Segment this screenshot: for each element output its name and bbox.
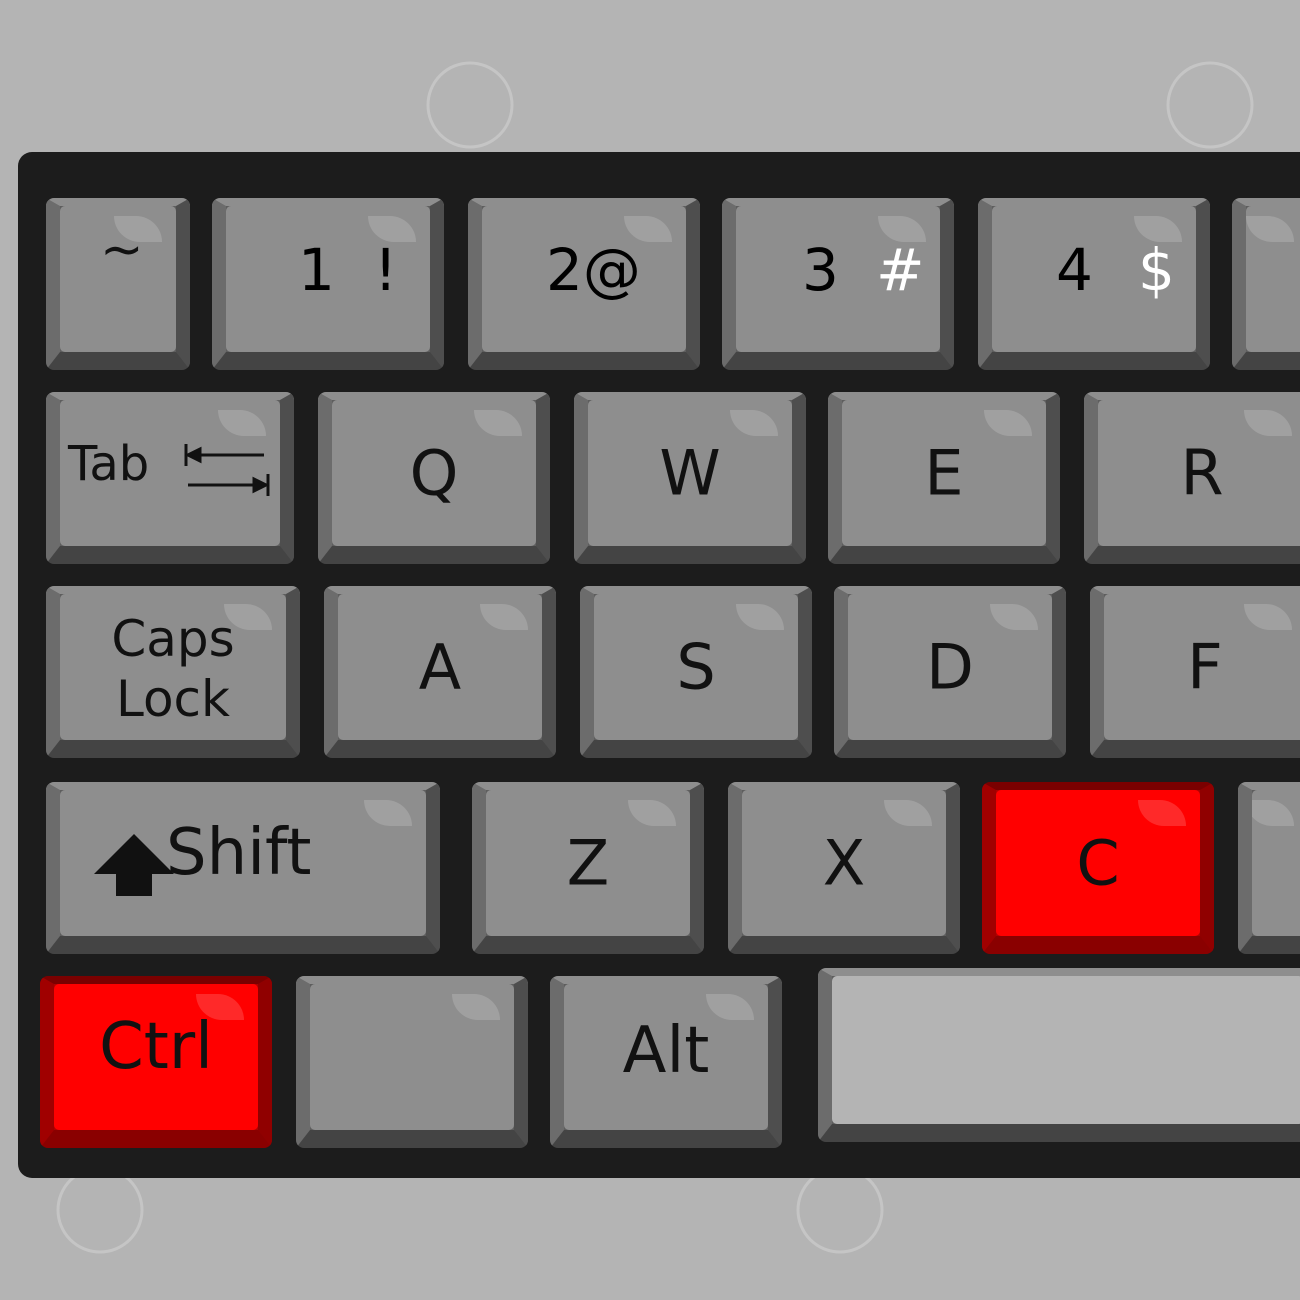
key-z[interactable]: Z	[472, 782, 704, 954]
key-s-label: S	[676, 630, 716, 704]
key-x-label: X	[822, 826, 866, 900]
key-tilde-label: ~	[100, 220, 144, 280]
key-5-partial[interactable]	[1232, 198, 1300, 370]
key-q[interactable]: Q	[318, 392, 550, 564]
key-a[interactable]: A	[324, 586, 556, 758]
key-shift[interactable]: Shift	[46, 782, 440, 954]
key-4[interactable]: 4 $	[978, 198, 1210, 370]
key-caps-label-1: Caps	[111, 610, 235, 668]
key-q-label: Q	[409, 436, 459, 510]
key-w[interactable]: W	[574, 392, 806, 564]
key-win[interactable]	[296, 976, 528, 1148]
key-r[interactable]: R	[1084, 392, 1300, 564]
key-caps-label-2: Lock	[115, 670, 230, 728]
key-a-label: A	[418, 630, 462, 704]
key-caps-lock[interactable]: Caps Lock	[46, 586, 300, 758]
key-r-label: R	[1180, 436, 1224, 510]
key-z-label: Z	[566, 826, 610, 900]
key-3[interactable]: 3 #	[722, 198, 954, 370]
key-s[interactable]: S	[580, 586, 812, 758]
key-alt[interactable]: Alt	[550, 976, 782, 1148]
key-v-partial[interactable]	[1238, 782, 1300, 954]
key-2-label: 2@	[546, 236, 641, 304]
key-d[interactable]: D	[834, 586, 1066, 758]
key-4-shift-label: $	[1138, 236, 1175, 304]
key-c-label: C	[1076, 826, 1120, 900]
key-f-label: F	[1187, 630, 1223, 704]
key-e[interactable]: E	[828, 392, 1060, 564]
key-x[interactable]: X	[728, 782, 960, 954]
key-f[interactable]: F	[1090, 586, 1300, 758]
key-space[interactable]	[818, 968, 1300, 1142]
key-ctrl[interactable]: Ctrl	[40, 976, 272, 1148]
key-1-label: 1	[298, 236, 335, 304]
key-tab[interactable]: Tab	[46, 392, 294, 564]
keyboard: ~ 1 ! 2@ 3 # 4 $ Tab Q W E R Caps Lock A…	[18, 152, 1300, 1178]
key-1-shift-label: !	[374, 236, 398, 304]
key-4-label: 4	[1056, 236, 1093, 304]
key-ctrl-label: Ctrl	[99, 1010, 213, 1084]
key-e-label: E	[924, 436, 964, 510]
key-3-label: 3	[802, 236, 839, 304]
key-tab-label: Tab	[68, 436, 150, 492]
key-3-shift-label: #	[876, 236, 925, 304]
key-c[interactable]: C	[982, 782, 1214, 954]
key-2[interactable]: 2@	[468, 198, 700, 370]
key-alt-label: Alt	[622, 1014, 710, 1088]
key-tilde[interactable]: ~	[46, 198, 190, 370]
tab-arrows-icon	[184, 444, 270, 496]
key-w-label: W	[659, 436, 721, 510]
key-shift-label: Shift	[166, 816, 312, 890]
key-d-label: D	[926, 630, 974, 704]
key-1[interactable]: 1 !	[212, 198, 444, 370]
shift-arrow-icon	[94, 834, 174, 896]
